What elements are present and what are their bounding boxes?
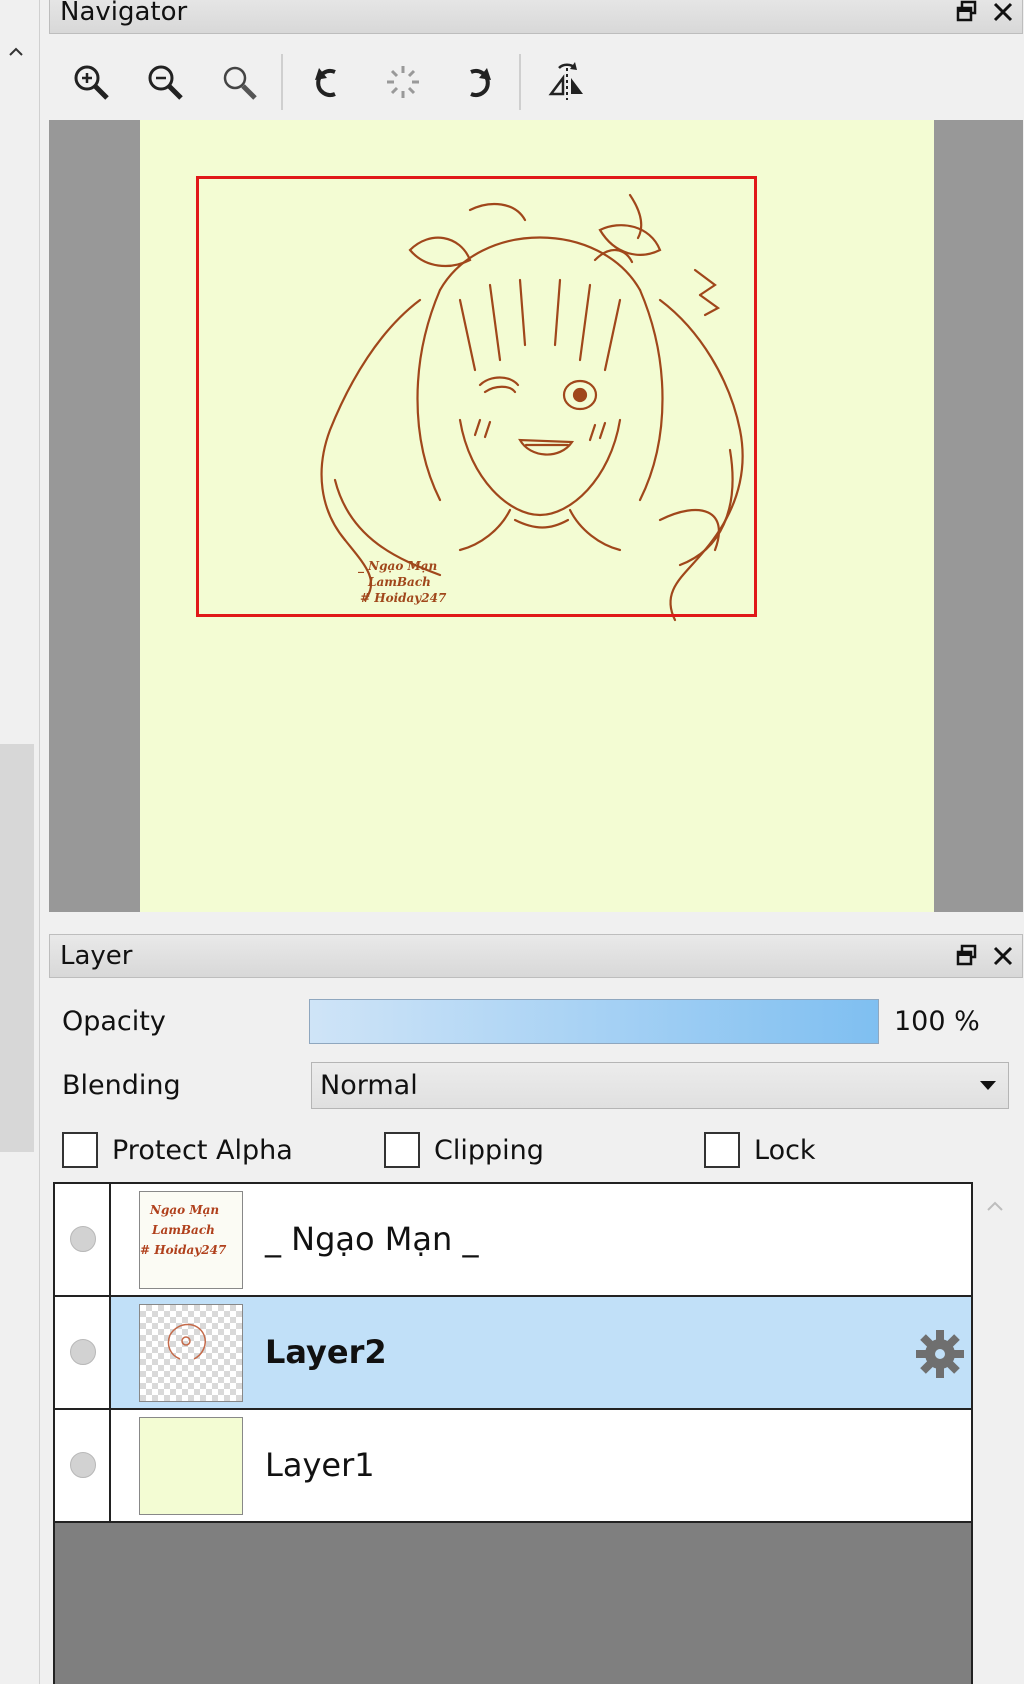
thumb-text-1: Ngạo Mạn: [149, 1203, 219, 1217]
rotate-left-icon[interactable]: [305, 58, 353, 106]
toolbar-separator: [281, 54, 283, 110]
navigator-toolbar: [49, 44, 1023, 120]
blending-mode-select[interactable]: Normal: [311, 1062, 1009, 1109]
collapse-up-icon[interactable]: [4, 40, 28, 64]
protect-alpha-checkbox[interactable]: [62, 1132, 98, 1168]
gear-icon[interactable]: [913, 1327, 967, 1381]
blending-label: Blending: [62, 1070, 181, 1101]
blending-mode-value: Normal: [320, 1070, 418, 1101]
thumb-text-2: LamBach: [151, 1223, 215, 1237]
lock-checkbox[interactable]: [704, 1132, 740, 1168]
layer-name: Layer1: [265, 1446, 375, 1484]
layer-thumbnail: Ngạo Mạn LamBach # Hoiday247: [139, 1191, 243, 1289]
float-panel-icon[interactable]: [952, 0, 982, 27]
opacity-slider[interactable]: [309, 999, 879, 1044]
layer-visibility-cell[interactable]: [55, 1184, 111, 1295]
navigator-title: Navigator: [60, 0, 188, 27]
clipping-label: Clipping: [434, 1135, 544, 1166]
layer-name: Layer2: [265, 1333, 387, 1371]
layer-titlebar: Layer: [49, 934, 1023, 978]
layer-row-selected[interactable]: Layer2: [55, 1297, 971, 1410]
layer-row[interactable]: Layer1: [55, 1410, 971, 1523]
opacity-label: Opacity: [62, 1006, 166, 1037]
visibility-toggle-icon[interactable]: [70, 1226, 96, 1252]
float-panel-icon[interactable]: [952, 941, 982, 971]
scroll-up-icon[interactable]: [984, 1196, 1006, 1218]
zoom-out-icon[interactable]: [141, 58, 189, 106]
rotate-right-icon[interactable]: [453, 58, 501, 106]
navigator-titlebar: Navigator: [49, 0, 1023, 34]
visibility-toggle-icon[interactable]: [70, 1452, 96, 1478]
protect-alpha-label: Protect Alpha: [112, 1135, 293, 1166]
zoom-in-icon[interactable]: [67, 58, 115, 106]
layer-thumbnail: [139, 1304, 243, 1402]
left-scrollbar[interactable]: [0, 744, 34, 1152]
opacity-value: 100 %: [894, 1006, 980, 1037]
layer-row[interactable]: Ngạo Mạn LamBach # Hoiday247 _ Ngạo Mạn …: [55, 1184, 971, 1297]
lock-label: Lock: [754, 1135, 816, 1166]
flip-horizontal-icon[interactable]: [543, 58, 591, 106]
layer-panel-title: Layer: [60, 941, 133, 971]
rotate-reset-icon[interactable]: [379, 58, 427, 106]
chevron-down-icon: [980, 1081, 996, 1090]
layer-visibility-cell[interactable]: [55, 1410, 111, 1521]
close-panel-icon[interactable]: [988, 0, 1018, 27]
close-panel-icon[interactable]: [988, 941, 1018, 971]
layer-visibility-cell[interactable]: [55, 1297, 111, 1408]
layer-list: Ngạo Mạn LamBach # Hoiday247 _ Ngạo Mạn …: [53, 1182, 973, 1684]
zoom-reset-icon[interactable]: [215, 58, 263, 106]
thumb-text-3: # Hoiday247: [140, 1243, 227, 1257]
toolbar-separator: [519, 54, 521, 110]
navigator-viewport-rect[interactable]: [196, 176, 757, 617]
clipping-checkbox[interactable]: [384, 1132, 420, 1168]
layer-name: _ Ngạo Mạn _: [265, 1220, 479, 1258]
visibility-toggle-icon[interactable]: [70, 1339, 96, 1365]
layer-thumbnail: [139, 1417, 243, 1515]
